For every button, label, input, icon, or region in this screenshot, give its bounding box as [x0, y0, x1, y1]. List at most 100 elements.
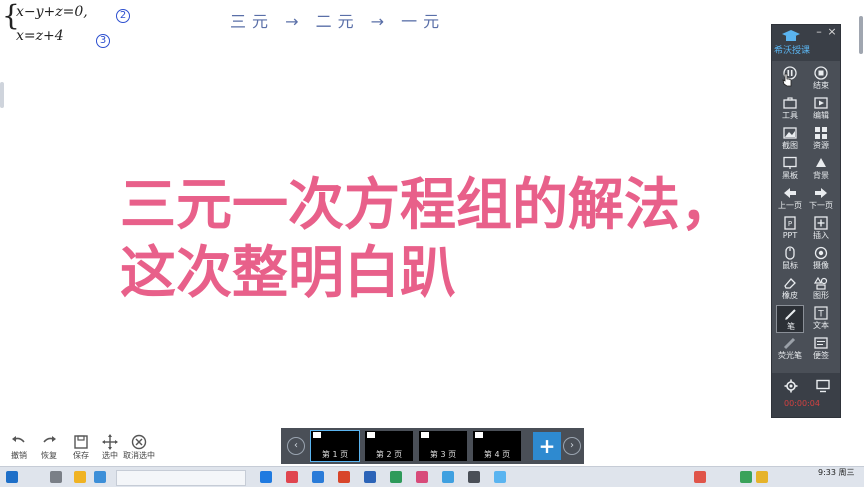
- toolbar-button-insert[interactable]: 插入: [807, 215, 835, 243]
- equation-mark-2: 2: [116, 9, 130, 23]
- next-pages-button[interactable]: ›: [563, 437, 581, 455]
- toolbar-button-highlighter[interactable]: 荧光笔: [776, 335, 804, 363]
- page-thumbnail[interactable]: 第 1 页: [310, 430, 360, 462]
- toolbar-footer: [772, 373, 840, 417]
- start-icon[interactable]: [6, 471, 18, 483]
- toolbar-button-camera[interactable]: 摄像: [807, 245, 835, 273]
- page-label: 第 4 页: [483, 450, 511, 459]
- equation-1: x−y+z=0,: [16, 4, 88, 20]
- bottom-tool-label: 取消选中: [123, 451, 155, 460]
- page-number-mark: [313, 432, 321, 438]
- clock: 9:33 周三: [818, 468, 855, 477]
- monitor-icon[interactable]: [816, 379, 830, 393]
- page-number-mark: [367, 432, 375, 438]
- toolbar-button-label: 笔: [787, 322, 795, 331]
- toolbar-button-label: 工具: [782, 111, 798, 120]
- close-button[interactable]: ×: [827, 26, 837, 37]
- minimize-button[interactable]: –: [814, 26, 824, 37]
- toolbar-button-label: 编辑: [813, 111, 829, 120]
- app-icon[interactable]: [416, 471, 428, 483]
- toolbar-button-resource[interactable]: 资源: [807, 125, 835, 153]
- add-page-button[interactable]: +: [533, 432, 561, 460]
- toolbar-header: – × 希沃授课: [772, 25, 840, 61]
- page-label: 第 1 页: [321, 450, 349, 459]
- word-icon[interactable]: [364, 471, 376, 483]
- text-icon: T: [814, 306, 828, 320]
- highlighter-icon: [783, 337, 796, 350]
- bottom-tool-cancel-select[interactable]: 取消选中: [123, 434, 155, 462]
- toolbar-button-text[interactable]: T 文本: [807, 305, 835, 333]
- resource-icon: [815, 127, 827, 139]
- office-icon[interactable]: [338, 471, 350, 483]
- toolbar-button-eraser[interactable]: 橡皮: [776, 275, 804, 303]
- toolbar-button-pen[interactable]: 笔: [776, 305, 804, 333]
- recording-timer: 00:00:04: [784, 399, 820, 408]
- whiteboard-canvas[interactable]: { x−y+z=0, x=z+4 2 3 三元 → 二元 → 一元 三元一次方程…: [0, 0, 864, 466]
- toolbar-button-mouse[interactable]: 鼠标: [776, 245, 804, 273]
- toolbar-button-film-edit[interactable]: 编辑: [807, 95, 835, 123]
- prev-pages-button[interactable]: ‹: [287, 437, 305, 455]
- toolbar-button-shapes[interactable]: 图形: [807, 275, 835, 303]
- toolbar-button-label: 插入: [813, 231, 829, 240]
- overlay-title: 三元一次方程组的解法，这次整明白趴: [120, 173, 736, 306]
- page-thumbnail[interactable]: 第 2 页: [365, 431, 413, 461]
- taskbar-search[interactable]: [116, 470, 246, 486]
- toolbar-button-note[interactable]: 便签: [807, 335, 835, 363]
- settings-gear-icon[interactable]: [784, 379, 798, 393]
- toolbar-button-ppt[interactable]: P PPT: [776, 215, 804, 243]
- app-icon[interactable]: [390, 471, 402, 483]
- right-scrollbar[interactable]: [859, 16, 863, 54]
- tray-icon[interactable]: [756, 471, 768, 483]
- move-icon: [102, 434, 118, 450]
- eraser-icon: [784, 278, 796, 289]
- hand-cursor-icon: [782, 72, 792, 87]
- toolbar-button-label: 鼠标: [782, 261, 798, 270]
- note-icon: [814, 337, 828, 349]
- app-icon[interactable]: [312, 471, 324, 483]
- bottom-tool-redo[interactable]: 恢复: [34, 434, 64, 462]
- app-icon[interactable]: [468, 471, 480, 483]
- toolbar-button-label: 便签: [813, 351, 829, 360]
- toolbar-button-toolbox[interactable]: 工具: [776, 95, 804, 123]
- app-icon[interactable]: [442, 471, 454, 483]
- screenshot-icon: [783, 127, 797, 139]
- left-edge-handle[interactable]: [0, 82, 4, 108]
- toolbar-button-arrow-left[interactable]: 上一页: [776, 185, 804, 213]
- page-thumbnail[interactable]: 第 3 页: [419, 431, 467, 461]
- tray-icon[interactable]: [694, 471, 706, 483]
- toolbar-button-label: 图形: [813, 291, 829, 300]
- svg-text:T: T: [817, 310, 824, 320]
- toolbar-button-background[interactable]: 背景: [807, 155, 835, 183]
- undo-icon: [12, 436, 25, 443]
- toolbar-button-arrow-right[interactable]: 下一页: [807, 185, 835, 213]
- toolbar-button-label: 下一页: [809, 201, 833, 210]
- arrow-right-icon: [815, 188, 827, 198]
- handwritten-note: 三元 → 二元 → 一元: [230, 12, 446, 31]
- toolbar-button-label: 摄像: [813, 261, 829, 270]
- page-strip: ‹ 第 1 页 第 2 页 第 3 页 第 4 页 + ›: [281, 428, 584, 464]
- cancel-select-icon: [131, 434, 147, 450]
- toolbox-icon: [783, 97, 797, 109]
- toolbar-button-stop[interactable]: 结束: [807, 65, 835, 93]
- mail-icon[interactable]: [260, 471, 272, 483]
- taskview-icon[interactable]: [50, 471, 62, 483]
- redo-icon: [43, 436, 56, 443]
- toolbar-button-blackboard[interactable]: 黑板: [776, 155, 804, 183]
- page-number-mark: [475, 432, 483, 438]
- tray-icon[interactable]: [740, 471, 752, 483]
- toolbar-button-label: 上一页: [778, 201, 802, 210]
- page-thumbnail[interactable]: 第 4 页: [473, 431, 521, 461]
- folder-icon[interactable]: [74, 471, 86, 483]
- insert-icon: [814, 216, 828, 230]
- browser-icon[interactable]: [94, 471, 106, 483]
- toolbar-button-label: 截图: [782, 141, 798, 150]
- shapes-icon: [814, 276, 828, 290]
- page-label: 第 3 页: [429, 450, 457, 459]
- app-icon[interactable]: [494, 471, 506, 483]
- camera-icon: [814, 246, 828, 260]
- toolbar-button-screenshot[interactable]: 截图: [776, 125, 804, 153]
- page-number-mark: [421, 432, 429, 438]
- app-icon[interactable]: [286, 471, 298, 483]
- brand-label: 希沃授课: [774, 46, 811, 56]
- toolbar-button-label: 黑板: [782, 171, 798, 180]
